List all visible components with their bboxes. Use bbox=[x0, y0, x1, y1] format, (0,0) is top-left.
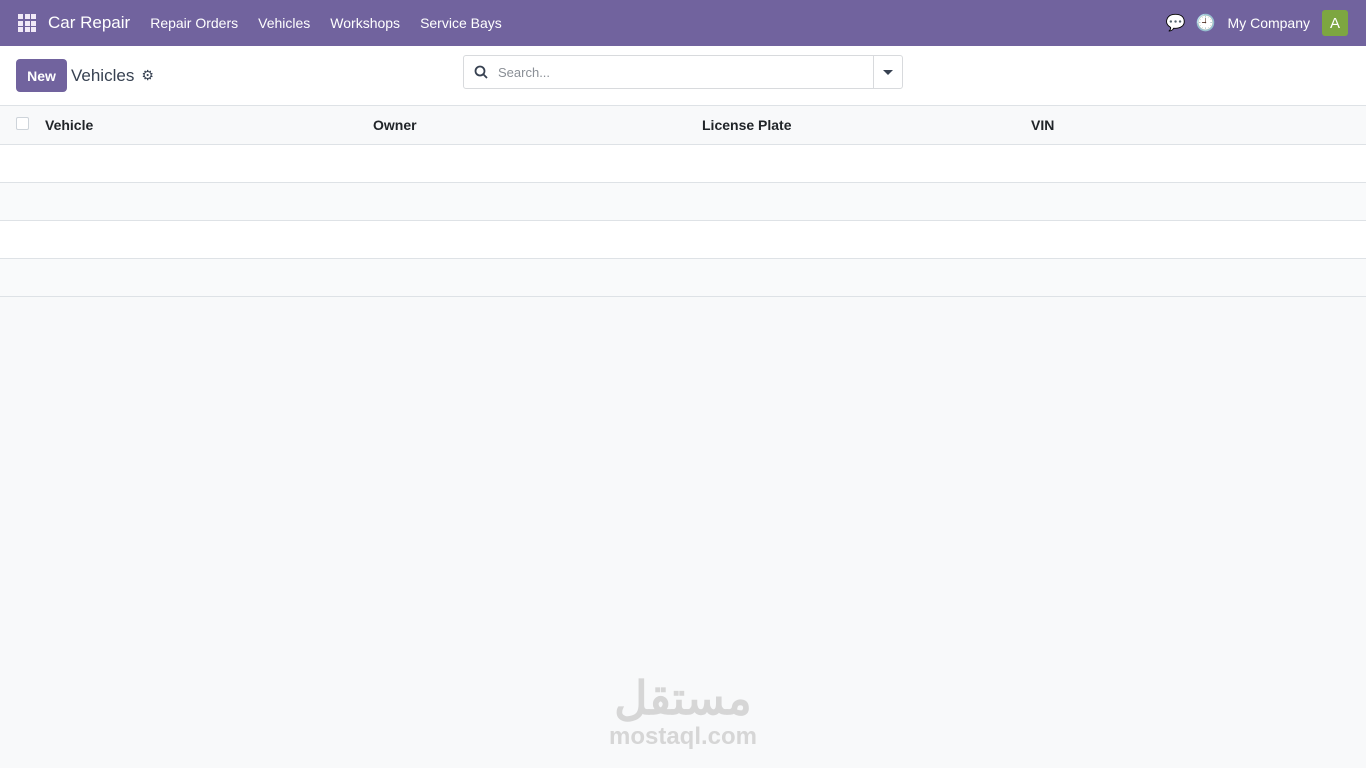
top-navbar: Car Repair Repair Orders Vehicles Worksh… bbox=[0, 0, 1366, 46]
watermark-arabic: مستقل bbox=[614, 672, 752, 724]
apps-menu-icon[interactable] bbox=[18, 14, 36, 32]
vehicles-list: Vehicle Owner License Plate VIN bbox=[0, 106, 1366, 297]
app-name[interactable]: Car Repair bbox=[48, 13, 130, 33]
search-bar bbox=[463, 55, 903, 89]
caret-down-icon bbox=[883, 69, 893, 75]
select-all-cell bbox=[0, 106, 45, 145]
empty-row bbox=[0, 182, 1366, 221]
column-header-license-plate[interactable]: License Plate bbox=[702, 106, 1031, 145]
company-switcher[interactable]: My Company bbox=[1228, 15, 1310, 31]
column-header-vehicle[interactable]: Vehicle bbox=[45, 106, 373, 145]
chat-icon[interactable]: 💬 bbox=[1166, 13, 1186, 33]
search-input[interactable] bbox=[498, 64, 873, 80]
page-title: Vehicles bbox=[71, 65, 135, 85]
user-avatar[interactable]: A bbox=[1322, 10, 1348, 36]
control-panel: New Vehicles ⚙ bbox=[0, 46, 1366, 106]
menu-service-bays[interactable]: Service Bays bbox=[410, 15, 512, 31]
search-icon bbox=[464, 65, 498, 79]
menu-repair-orders[interactable]: Repair Orders bbox=[140, 15, 248, 31]
gear-icon[interactable]: ⚙ bbox=[141, 67, 154, 84]
empty-row bbox=[0, 220, 1366, 259]
search-options-toggle[interactable] bbox=[873, 56, 902, 88]
column-header-vin[interactable]: VIN bbox=[1031, 106, 1366, 145]
empty-row bbox=[0, 258, 1366, 297]
watermark-latin: mostaql.com bbox=[608, 723, 758, 750]
watermark: مستقل mostaql.com bbox=[600, 672, 766, 750]
empty-row bbox=[0, 144, 1366, 183]
new-button[interactable]: New bbox=[16, 59, 67, 92]
clock-icon[interactable]: 🕘 bbox=[1196, 13, 1216, 33]
column-header-owner[interactable]: Owner bbox=[373, 106, 702, 145]
menu-workshops[interactable]: Workshops bbox=[320, 15, 410, 31]
select-all-checkbox[interactable] bbox=[16, 116, 29, 130]
menu-vehicles[interactable]: Vehicles bbox=[248, 15, 320, 31]
